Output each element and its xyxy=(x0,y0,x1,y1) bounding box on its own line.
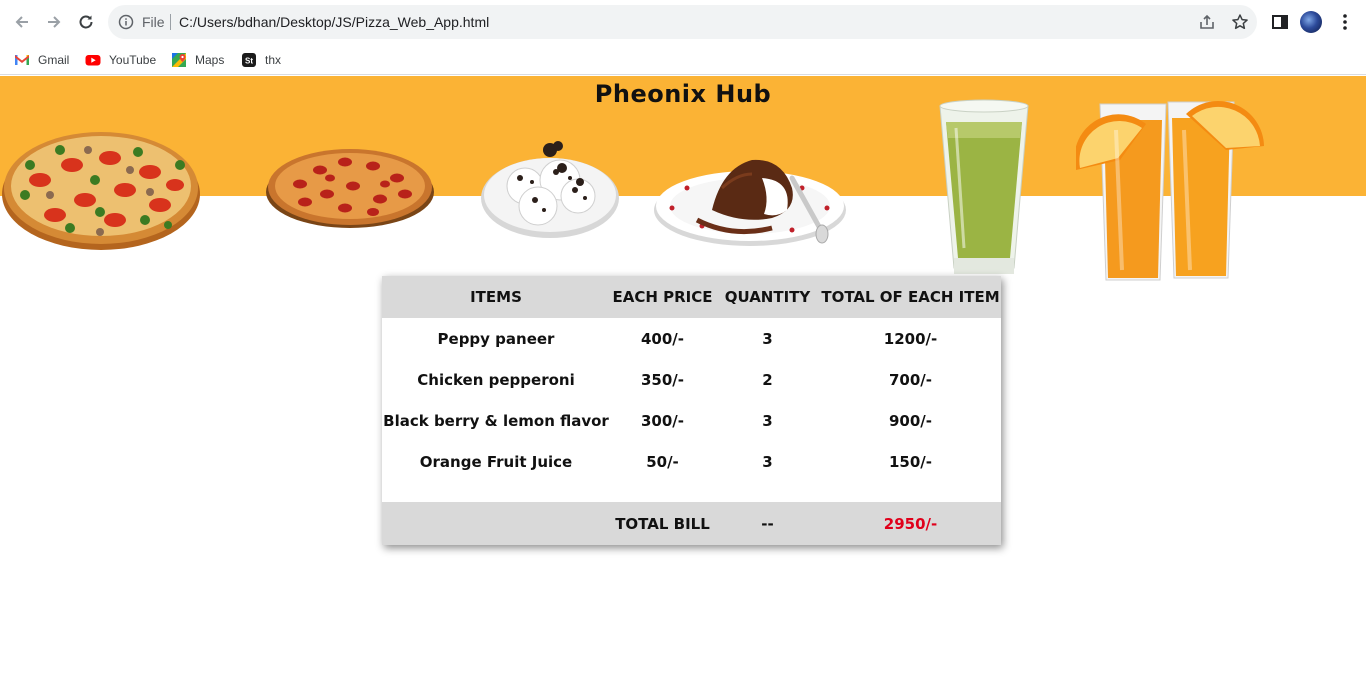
orange-juice-image xyxy=(1076,101,1264,281)
kebab-menu-icon[interactable] xyxy=(1335,12,1355,32)
green-juice-image xyxy=(939,99,1029,274)
item-total: 900/- xyxy=(888,411,932,430)
pizza-pepperoni-image xyxy=(266,149,434,228)
item-name: Black berry & lemon flavor xyxy=(383,411,609,430)
pizza-veggie-image xyxy=(2,132,200,250)
svg-text:St: St xyxy=(245,57,253,66)
oreo-balls-image xyxy=(481,141,619,238)
bookmark-star-icon[interactable] xyxy=(1231,13,1249,31)
side-panel-icon[interactable] xyxy=(1270,12,1290,32)
youtube-icon xyxy=(85,52,101,68)
scheme-label: File xyxy=(142,14,165,30)
item-name: Chicken pepperoni xyxy=(417,370,575,389)
item-total: 700/- xyxy=(888,370,932,389)
column-header-total-each: TOTAL OF EACH ITEM xyxy=(820,276,1001,318)
bookmark-youtube[interactable]: YouTube xyxy=(85,50,156,70)
table-row: Peppy paneer 400/- 3 1200/- xyxy=(382,318,1001,359)
bookmarks-bar: Gmail YouTube Maps St thx xyxy=(0,44,1366,75)
bookmark-label: YouTube xyxy=(109,53,157,67)
table-row: Chicken pepperoni 350/- 2 700/- xyxy=(382,359,1001,400)
table-row: Orange Fruit Juice 50/- 3 150/- xyxy=(382,441,1001,482)
item-total: 1200/- xyxy=(883,329,938,348)
item-quantity: 3 xyxy=(762,452,773,471)
bookmark-gmail[interactable]: Gmail xyxy=(14,50,69,70)
table-header-row: ITEMS EACH PRICE QUANTITY TOTAL OF EACH … xyxy=(382,276,1001,318)
table-row: Black berry & lemon flavor 300/- 3 900/- xyxy=(382,400,1001,441)
reload-icon[interactable] xyxy=(74,10,98,34)
profile-avatar[interactable] xyxy=(1300,11,1322,33)
total-quantity: -- xyxy=(715,502,820,545)
maps-icon xyxy=(171,52,187,68)
total-bill-label: TOTAL BILL xyxy=(610,502,715,545)
total-empty-cell xyxy=(382,502,610,545)
total-bill-amount: 2950/- xyxy=(820,502,1001,545)
omnibox-divider xyxy=(170,14,171,30)
browser-toolbar: File C:/Users/bdhan/Desktop/JS/Pizza_Web… xyxy=(0,0,1366,44)
item-quantity: 3 xyxy=(762,411,773,430)
st-icon: St xyxy=(241,52,257,68)
table-spacer-row xyxy=(382,482,1001,502)
chocolate-lava-cake-image xyxy=(654,159,846,246)
item-price: 350/- xyxy=(640,370,684,389)
item-quantity: 2 xyxy=(762,370,773,389)
back-arrow-icon[interactable] xyxy=(10,10,34,34)
item-quantity: 3 xyxy=(762,329,773,348)
bookmark-label: Maps xyxy=(195,53,225,67)
gmail-icon xyxy=(14,52,30,68)
column-header-items: ITEMS xyxy=(382,276,610,318)
item-name: Peppy paneer xyxy=(437,329,555,348)
item-name: Orange Fruit Juice xyxy=(419,452,573,471)
bookmark-label: thx xyxy=(265,53,282,67)
info-icon[interactable] xyxy=(118,14,134,30)
bill-card: ITEMS EACH PRICE QUANTITY TOTAL OF EACH … xyxy=(382,276,1001,545)
bookmark-thx[interactable]: St thx xyxy=(241,50,281,70)
bookmark-label: Gmail xyxy=(38,53,70,67)
item-price: 300/- xyxy=(640,411,684,430)
column-header-quantity: QUANTITY xyxy=(715,276,820,318)
total-bill-row: TOTAL BILL -- 2950/- xyxy=(382,502,1001,545)
item-price: 50/- xyxy=(646,452,679,471)
address-bar[interactable]: File C:/Users/bdhan/Desktop/JS/Pizza_Web… xyxy=(108,5,1257,39)
column-header-each-price: EACH PRICE xyxy=(610,276,715,318)
bill-table: ITEMS EACH PRICE QUANTITY TOTAL OF EACH … xyxy=(382,276,1001,545)
item-total: 150/- xyxy=(888,452,932,471)
item-price: 400/- xyxy=(640,329,684,348)
page-body: Pheonix Hub ITEMS EACH PRICE QUANTITY TO… xyxy=(0,76,1366,694)
forward-arrow-icon[interactable] xyxy=(42,10,66,34)
bookmark-maps[interactable]: Maps xyxy=(171,50,224,70)
share-icon[interactable] xyxy=(1198,13,1216,31)
url-text[interactable]: C:/Users/bdhan/Desktop/JS/Pizza_Web_App.… xyxy=(179,14,489,30)
